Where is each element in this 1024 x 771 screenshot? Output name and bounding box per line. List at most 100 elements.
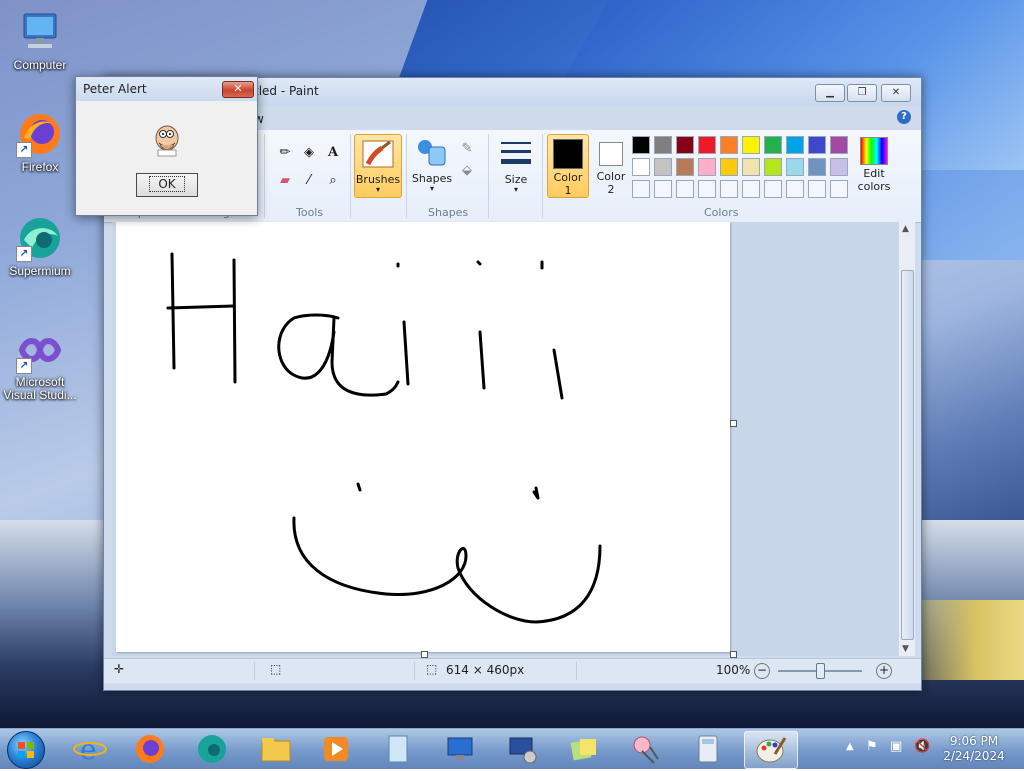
taskbar-snipping-tool[interactable] <box>620 731 672 767</box>
peter-alert-dialog[interactable]: Peter Alert ✕ OK <box>75 76 258 216</box>
palette-color-swatch[interactable] <box>742 158 760 176</box>
alert-titlebar[interactable]: Peter Alert ✕ <box>76 77 257 101</box>
taskbar-sticky-notes[interactable] <box>558 731 610 767</box>
peter-face-icon <box>150 123 184 157</box>
ok-button[interactable]: OK <box>136 173 198 197</box>
desktop-icon-label: Microsoft Visual Studi... <box>3 375 77 402</box>
taskbar-media-player[interactable] <box>310 731 362 767</box>
color2-button[interactable]: Color 2 <box>590 134 632 198</box>
taskbar-remote-desktop[interactable] <box>434 731 486 767</box>
firefox-icon <box>136 735 164 763</box>
volume-muted-icon[interactable]: 🔇 <box>914 739 930 754</box>
palette-color-swatch[interactable] <box>720 180 738 198</box>
brushes-button[interactable]: Brushes ▾ <box>354 134 402 198</box>
dropdown-arrow-icon: ▾ <box>375 185 380 194</box>
palette-color-swatch[interactable] <box>786 136 804 154</box>
canvas-resize-handle[interactable] <box>421 651 428 658</box>
zoom-slider-thumb[interactable] <box>816 663 825 679</box>
close-button[interactable]: ✕ <box>881 84 911 102</box>
help-icon[interactable]: ? <box>897 110 911 124</box>
palette-color-swatch[interactable] <box>720 136 738 154</box>
taskbar-notepad[interactable] <box>372 731 424 767</box>
taskbar-firefox[interactable] <box>124 731 176 767</box>
palette-color-swatch[interactable] <box>764 180 782 198</box>
palette-color-swatch[interactable] <box>654 136 672 154</box>
palette-color-swatch[interactable] <box>698 136 716 154</box>
color2-swatch <box>599 142 623 166</box>
text-tool-icon[interactable]: A <box>322 142 344 164</box>
palette-color-swatch[interactable] <box>830 180 848 198</box>
palette-color-swatch[interactable] <box>632 180 650 198</box>
vertical-scrollbar[interactable]: ▲ ▼ <box>898 222 915 656</box>
palette-color-swatch[interactable] <box>632 136 650 154</box>
palette-color-swatch[interactable] <box>808 136 826 154</box>
palette-color-swatch[interactable] <box>698 158 716 176</box>
network-tray-icon[interactable]: ▣ <box>890 739 902 754</box>
zoom-in-button[interactable]: + <box>876 663 892 679</box>
palette-color-swatch[interactable] <box>830 158 848 176</box>
palette-color-swatch[interactable] <box>786 180 804 198</box>
palette-color-swatch[interactable] <box>676 136 694 154</box>
palette-color-swatch[interactable] <box>764 158 782 176</box>
palette-color-swatch[interactable] <box>808 180 826 198</box>
size-button[interactable]: Size ▾ <box>494 134 538 196</box>
desktop-icon-visual-studio[interactable]: ↗ Microsoft Visual Studi... <box>0 326 80 402</box>
palette-color-swatch[interactable] <box>720 158 738 176</box>
outline-icon[interactable]: ✎ <box>456 138 478 160</box>
zoom-out-button[interactable]: − <box>754 663 770 679</box>
desktop-icon-computer[interactable]: Computer <box>0 8 80 72</box>
visual-studio-icon: ↗ <box>16 326 64 374</box>
color1-button[interactable]: Color 1 <box>547 134 589 198</box>
taskbar-supermium[interactable] <box>186 731 238 767</box>
drawing-canvas[interactable] <box>116 222 730 652</box>
start-button[interactable] <box>7 731 45 769</box>
clock[interactable]: 9:06 PM 2/24/2024 <box>940 734 1008 764</box>
scroll-up-icon[interactable]: ▲ <box>902 224 909 234</box>
svg-text:e: e <box>80 733 97 766</box>
action-center-flag-icon[interactable]: ⚑ <box>866 739 878 754</box>
palette-color-swatch[interactable] <box>632 158 650 176</box>
fill-tool-icon[interactable]: ◈ <box>298 142 320 164</box>
group-separator <box>264 134 265 218</box>
show-hidden-icons-icon[interactable]: ▲ <box>846 741 854 752</box>
palette-color-swatch[interactable] <box>654 180 672 198</box>
palette-color-swatch[interactable] <box>786 158 804 176</box>
shapes-button[interactable]: Shapes ▾ <box>410 134 454 196</box>
palette-color-swatch[interactable] <box>654 158 672 176</box>
group-separator <box>406 134 407 218</box>
palette-color-swatch[interactable] <box>764 136 782 154</box>
notepad-icon <box>388 735 408 763</box>
taskbar-paint[interactable] <box>744 731 798 769</box>
palette-color-swatch[interactable] <box>742 180 760 198</box>
palette-color-swatch[interactable] <box>808 158 826 176</box>
edit-colors-button[interactable]: Edit colors <box>854 134 894 196</box>
paint-icon <box>756 737 787 763</box>
palette-color-swatch[interactable] <box>830 136 848 154</box>
canvas-resize-handle[interactable] <box>730 651 737 658</box>
windows-logo-icon <box>18 742 34 758</box>
pencil-tool-icon[interactable]: ✏ <box>274 142 296 164</box>
minimize-button[interactable]: ▁ <box>815 84 845 102</box>
maximize-button[interactable]: ❐ <box>847 84 877 102</box>
taskbar-internet-explorer[interactable]: e <box>64 731 116 767</box>
palette-color-swatch[interactable] <box>676 180 694 198</box>
palette-color-swatch[interactable] <box>698 180 716 198</box>
media-player-icon <box>324 737 348 761</box>
taskbar-calculator[interactable] <box>682 731 734 767</box>
canvas-resize-handle[interactable] <box>730 420 737 427</box>
eraser-tool-icon[interactable]: ▰ <box>274 170 296 192</box>
alert-close-button[interactable]: ✕ <box>222 81 254 98</box>
scroll-down-icon[interactable]: ▼ <box>902 644 909 654</box>
file-explorer-icon <box>261 738 291 762</box>
palette-color-swatch[interactable] <box>742 136 760 154</box>
desktop-icon-supermium[interactable]: ↗ Supermium <box>0 214 80 278</box>
desktop-icon-firefox[interactable]: ↗ Firefox <box>0 110 80 174</box>
taskbar-network[interactable] <box>496 731 548 767</box>
group-label-shapes: Shapes <box>428 206 469 219</box>
taskbar-file-explorer[interactable] <box>250 731 302 767</box>
fill-shape-icon[interactable]: ⬙ <box>456 160 478 182</box>
palette-color-swatch[interactable] <box>676 158 694 176</box>
color-picker-tool-icon[interactable]: ⁄ <box>298 170 320 192</box>
magnifier-tool-icon[interactable]: ⌕ <box>322 170 344 192</box>
scroll-thumb[interactable] <box>901 270 914 640</box>
